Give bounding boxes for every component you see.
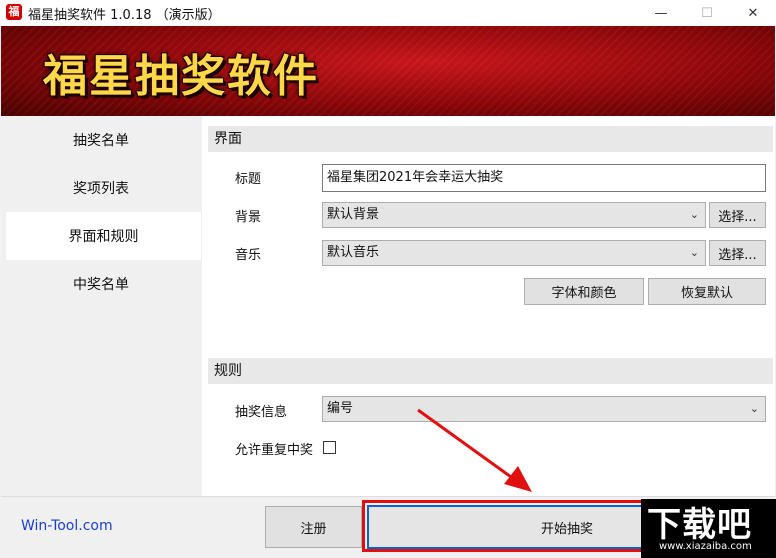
minimize-icon: —: [654, 5, 668, 21]
sidebar-item-interface-rules[interactable]: 界面和规则: [6, 212, 201, 260]
close-button[interactable]: ✕: [730, 0, 776, 26]
watermark: 下载吧 www.xiazaiba.com: [641, 499, 776, 558]
title-label: 标题: [235, 172, 262, 187]
watermark-logo: 下载吧: [647, 505, 752, 545]
restore-default-label: 恢复默认: [680, 286, 733, 301]
sidebar-item-label: 中奖名单: [73, 277, 129, 293]
close-icon: ✕: [747, 5, 759, 21]
music-select[interactable]: 默认音乐 ⌄: [322, 240, 706, 266]
background-choose-label: 选择...: [718, 209, 757, 225]
music-select-value: 默认音乐: [327, 245, 380, 260]
font-color-label: 字体和颜色: [551, 286, 617, 301]
sidebar-item-label: 抽奖名单: [73, 133, 129, 149]
sidebar-item-draw-list[interactable]: 抽奖名单: [1, 116, 201, 164]
site-link[interactable]: Win-Tool.com: [21, 518, 113, 534]
title-input[interactable]: 福星集团2021年会幸运大抽奖: [322, 164, 766, 192]
maximize-icon: ☐: [701, 5, 713, 21]
restore-default-button[interactable]: 恢复默认: [648, 278, 766, 305]
background-label: 背景: [235, 210, 262, 225]
register-button[interactable]: 注册: [265, 506, 362, 548]
interface-section-header: 界面: [208, 126, 773, 152]
draw-info-label: 抽奖信息: [235, 405, 288, 420]
rules-section-header: 规则: [208, 358, 773, 384]
banner: 福星抽奖软件: [1, 26, 775, 116]
register-label: 注册: [300, 521, 327, 537]
banner-title: 福星抽奖软件: [43, 51, 319, 102]
music-choose-button[interactable]: 选择...: [709, 240, 766, 266]
background-select-value: 默认背景: [327, 207, 380, 222]
annotation-highlight-box: [362, 500, 651, 552]
maximize-button[interactable]: ☐: [684, 0, 730, 26]
music-label: 音乐: [235, 248, 262, 263]
sidebar-item-winner-list[interactable]: 中奖名单: [1, 260, 201, 308]
sidebar-item-label: 界面和规则: [68, 229, 139, 245]
background-choose-button[interactable]: 选择...: [709, 202, 766, 228]
app-icon: 福: [6, 4, 22, 20]
watermark-url: www.xiazaiba.com: [659, 541, 752, 552]
draw-info-select-value: 编号: [327, 401, 354, 416]
chevron-down-icon: ⌄: [689, 246, 699, 259]
annotation-arrow-icon: [417, 408, 532, 492]
music-choose-label: 选择...: [718, 247, 757, 263]
sidebar: 抽奖名单 奖项列表 界面和规则 中奖名单: [1, 116, 201, 496]
chevron-down-icon: ⌄: [689, 208, 699, 221]
allow-repeat-checkbox[interactable]: [323, 441, 336, 454]
sidebar-item-label: 奖项列表: [73, 181, 129, 197]
minimize-button[interactable]: —: [638, 0, 684, 26]
chevron-down-icon: ⌄: [749, 402, 759, 415]
draw-info-select[interactable]: 编号 ⌄: [322, 396, 766, 422]
font-color-button[interactable]: 字体和颜色: [524, 278, 644, 305]
background-select[interactable]: 默认背景 ⌄: [322, 202, 706, 228]
allow-repeat-label: 允许重复中奖: [235, 443, 314, 458]
window-title: 福星抽奖软件 1.0.18 （演示版）: [28, 8, 221, 23]
sidebar-item-prize-list[interactable]: 奖项列表: [1, 164, 201, 212]
